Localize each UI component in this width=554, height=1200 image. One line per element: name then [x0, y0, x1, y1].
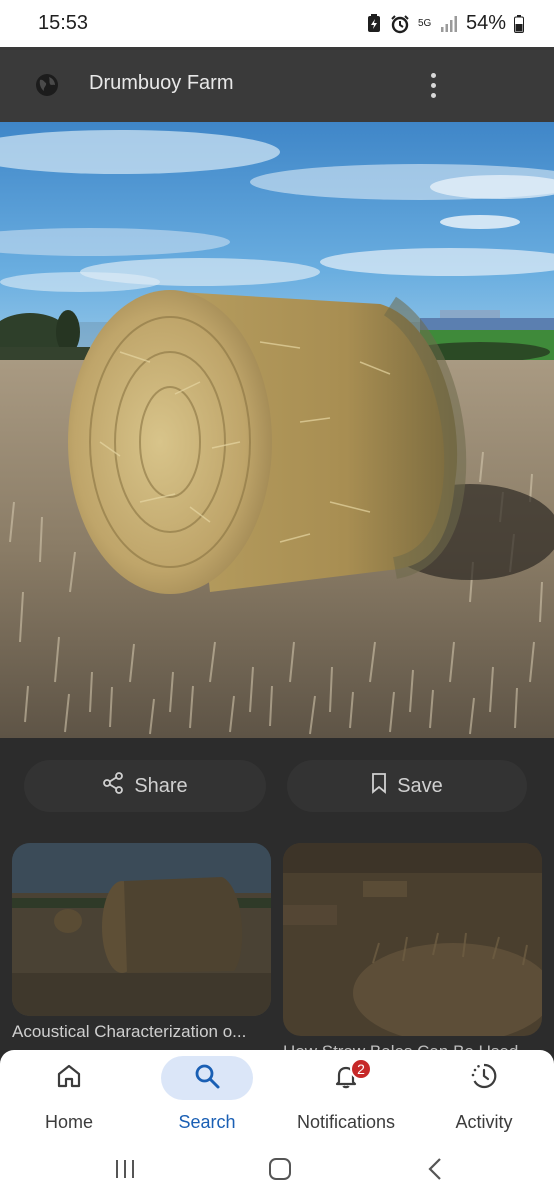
globe-icon[interactable]: [34, 72, 60, 98]
related-title-1[interactable]: Acoustical Characterization o...: [12, 1022, 274, 1042]
top-bar: Drumbuoy Farm: [0, 47, 554, 122]
bottom-navigation: Home Search 2 Notifications Activity: [0, 1050, 554, 1140]
save-button[interactable]: Save: [287, 760, 527, 812]
nav-notifications-icon-wrap: 2: [300, 1056, 392, 1100]
nav-search-icon-wrap: [161, 1056, 253, 1100]
related-image-2[interactable]: [283, 843, 542, 1036]
nav-notifications-label: Notifications: [296, 1112, 396, 1132]
nav-activity-label: Activity: [455, 1112, 513, 1132]
status-time: 15:53: [38, 12, 89, 34]
network-type-label: 5G: [417, 17, 432, 29]
battery-saver-icon: [366, 13, 382, 34]
nav-notifications[interactable]: 2 Notifications: [277, 1050, 415, 1140]
home-icon: [55, 1062, 83, 1095]
nav-search[interactable]: Search: [138, 1050, 276, 1140]
share-label: Share: [134, 774, 188, 797]
related-image-1[interactable]: [12, 843, 271, 1016]
nav-home-label: Home: [44, 1112, 93, 1132]
battery-label: 54%: [465, 12, 506, 34]
page-title: Drumbuoy Farm: [89, 72, 234, 94]
signal-icon: [440, 15, 458, 33]
nav-activity[interactable]: Activity: [415, 1050, 553, 1140]
share-icon: [102, 772, 124, 800]
main-image[interactable]: [0, 122, 554, 738]
bookmark-icon: [371, 772, 387, 800]
save-label: Save: [397, 774, 443, 797]
share-button[interactable]: Share: [24, 760, 266, 812]
nav-home-icon-wrap: [23, 1056, 115, 1100]
result-panel: Share Save Acoustical Characterization o…: [0, 738, 554, 1061]
search-icon: [193, 1062, 221, 1095]
more-vert-icon[interactable]: [420, 67, 446, 103]
recent-apps-icon[interactable]: [105, 1154, 145, 1184]
system-navigation: [0, 1140, 554, 1200]
activity-icon: [469, 1061, 499, 1096]
nav-activity-icon-wrap: [438, 1056, 530, 1100]
nav-home[interactable]: Home: [0, 1050, 138, 1140]
home-button-icon[interactable]: [260, 1154, 300, 1184]
status-icons: 5G 54%: [366, 12, 524, 35]
alarm-icon: [390, 14, 410, 34]
status-bar: 15:53 5G 54%: [0, 0, 554, 47]
back-icon[interactable]: [415, 1154, 455, 1184]
battery-icon: [514, 14, 524, 33]
notification-badge: 2: [350, 1058, 372, 1080]
nav-search-label: Search: [178, 1112, 236, 1132]
